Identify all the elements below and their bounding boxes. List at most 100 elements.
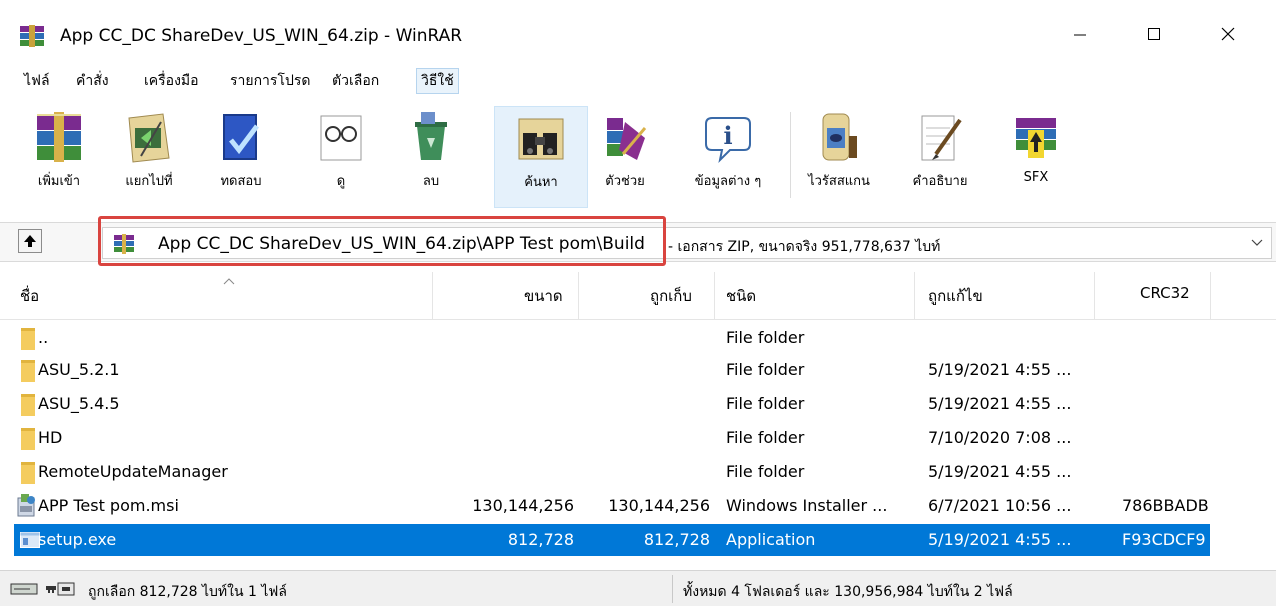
comment-button[interactable]: คำอธิบาย — [902, 106, 978, 208]
file-size: 812,728 — [507, 530, 574, 549]
file-row-selected[interactable]: setup.exe 812,728 812,728 Application 5/… — [14, 524, 1210, 556]
menu-commands[interactable]: คำสั่ง — [72, 68, 113, 94]
key-icon — [46, 582, 75, 596]
find-icon — [518, 118, 564, 160]
view-label: ดู — [336, 174, 346, 189]
add-button[interactable]: เพิ่มเข้า — [26, 106, 92, 208]
menu-file[interactable]: ไฟล์ — [20, 68, 54, 94]
sfx-icon — [1016, 118, 1056, 158]
info-button[interactable]: i ข้อมูลต่าง ๆ — [676, 106, 780, 208]
file-row[interactable]: APP Test pom.msi 130,144,256 130,144,256… — [14, 490, 1210, 522]
column-packed[interactable]: ถูกเก็บ — [650, 284, 692, 308]
virus-scan-label: ไวรัสสแกน — [808, 174, 870, 189]
menu-bar: ไฟล์ คำสั่ง เครื่องมือ รายการโปรด ตัวเลื… — [0, 66, 1276, 96]
view-icon — [320, 115, 362, 161]
file-row[interactable]: HD File folder 7/10/2020 7:08 ... — [14, 422, 1210, 454]
menu-help[interactable]: วิธีใช้ — [416, 68, 459, 94]
file-type: File folder — [726, 328, 805, 347]
toolbar: เพิ่มเข้า แยกไปที่ ทดสอบ ดู ลบ ค้นหา ตัว… — [0, 100, 1276, 212]
wizard-icon — [607, 118, 647, 160]
column-size[interactable]: ขนาด — [524, 284, 563, 308]
status-separator — [672, 575, 673, 603]
file-type: File folder — [726, 360, 805, 379]
menu-favorites[interactable]: รายการโปรด — [226, 68, 314, 94]
file-packed: 812,728 — [643, 530, 710, 549]
extract-to-label: แยกไปที่ — [125, 174, 173, 189]
column-headers: ชื่อ ขนาด ถูกเก็บ ชนิด ถูกแก้ไข CRC32 — [0, 272, 1276, 320]
menu-tools[interactable]: เครื่องมือ — [140, 68, 203, 94]
archive-info: - เอกสาร ZIP, ขนาดจริง 951,778,637 ไบท์ — [668, 239, 941, 255]
file-type: File folder — [726, 428, 805, 447]
file-packed: 130,144,256 — [608, 496, 710, 515]
file-list: .. File folder ASU_5.2.1 File folder 5/1… — [0, 322, 1276, 558]
file-name: setup.exe — [38, 530, 117, 549]
up-one-level-button[interactable] — [18, 229, 42, 253]
info-label: ข้อมูลต่าง ๆ — [694, 174, 762, 189]
drive-icon — [10, 583, 38, 595]
maximize-button[interactable] — [1124, 14, 1184, 54]
path-highlight-box — [98, 216, 666, 266]
minimize-icon — [1074, 34, 1086, 36]
extract-to-button[interactable]: แยกไปที่ — [116, 106, 182, 208]
svg-text:i: i — [723, 121, 732, 150]
file-modified: 5/19/2021 4:55 ... — [928, 394, 1072, 413]
delete-button[interactable]: ลบ — [398, 106, 464, 208]
close-icon — [1221, 27, 1235, 41]
wizard-label: ตัวช่วย — [605, 174, 645, 189]
view-button[interactable]: ดู — [308, 106, 374, 208]
folder-icon — [21, 462, 35, 484]
test-icon — [223, 114, 259, 160]
window-title: App CC_DC ShareDev_US_WIN_64.zip - WinRA… — [60, 26, 463, 46]
file-modified: 5/19/2021 4:55 ... — [928, 360, 1072, 379]
wizard-button[interactable]: ตัวช่วย — [592, 106, 658, 208]
file-row[interactable]: ASU_5.2.1 File folder 5/19/2021 4:55 ... — [14, 354, 1210, 386]
column-type[interactable]: ชนิด — [726, 284, 756, 308]
file-name: HD — [38, 428, 63, 447]
add-label: เพิ่มเข้า — [37, 174, 81, 189]
sfx-button[interactable]: SFX — [1006, 106, 1066, 208]
sfx-label: SFX — [1023, 170, 1049, 185]
file-type: Windows Installer ... — [726, 496, 888, 515]
file-crc32: F93CDCF9 — [1122, 530, 1206, 549]
comment-label: คำอธิบาย — [912, 174, 968, 189]
extract-to-icon — [128, 113, 170, 163]
virus-scan-button[interactable]: ไวรัสสแกน — [802, 106, 876, 208]
toolbar-separator — [790, 112, 791, 198]
file-modified: 5/19/2021 4:55 ... — [928, 530, 1072, 549]
menu-options[interactable]: ตัวเลือก — [328, 68, 383, 94]
winrar-app-icon — [20, 25, 44, 47]
chevron-down-icon[interactable] — [1249, 234, 1265, 250]
file-type: File folder — [726, 394, 805, 413]
add-archive-icon — [37, 112, 81, 162]
column-divider — [432, 272, 433, 320]
arrow-up-icon — [24, 235, 36, 247]
folder-icon — [21, 360, 35, 382]
column-divider — [578, 272, 579, 320]
test-label: ทดสอบ — [220, 174, 262, 189]
close-button[interactable] — [1198, 14, 1258, 54]
test-button[interactable]: ทดสอบ — [208, 106, 274, 208]
column-name[interactable]: ชื่อ — [20, 284, 39, 308]
folder-icon — [21, 428, 35, 450]
msi-icon — [17, 494, 35, 517]
delete-label: ลบ — [422, 174, 440, 189]
column-divider — [714, 272, 715, 320]
column-modified[interactable]: ถูกแก้ไข — [928, 284, 983, 308]
file-type: Application — [726, 530, 816, 549]
folder-icon — [21, 328, 35, 350]
sort-ascending-icon — [223, 278, 235, 285]
file-row[interactable]: RemoteUpdateManager File folder 5/19/202… — [14, 456, 1210, 488]
title-bar: App CC_DC ShareDev_US_WIN_64.zip - WinRA… — [0, 0, 1276, 58]
column-crc32[interactable]: CRC32 — [1140, 284, 1190, 302]
find-button[interactable]: ค้นหา — [494, 106, 588, 208]
file-name: ASU_5.4.5 — [38, 394, 120, 413]
file-row[interactable]: .. File folder — [14, 322, 1210, 354]
delete-icon — [415, 112, 447, 160]
maximize-icon — [1148, 28, 1160, 40]
find-label: ค้นหา — [524, 175, 558, 190]
file-row[interactable]: ASU_5.4.5 File folder 5/19/2021 4:55 ... — [14, 388, 1210, 420]
column-divider — [1210, 272, 1211, 320]
file-name: .. — [38, 328, 49, 347]
selection-status: ถูกเลือก 812,728 ไบท์ใน 1 ไฟล์ — [88, 584, 287, 600]
minimize-button[interactable] — [1050, 14, 1110, 54]
